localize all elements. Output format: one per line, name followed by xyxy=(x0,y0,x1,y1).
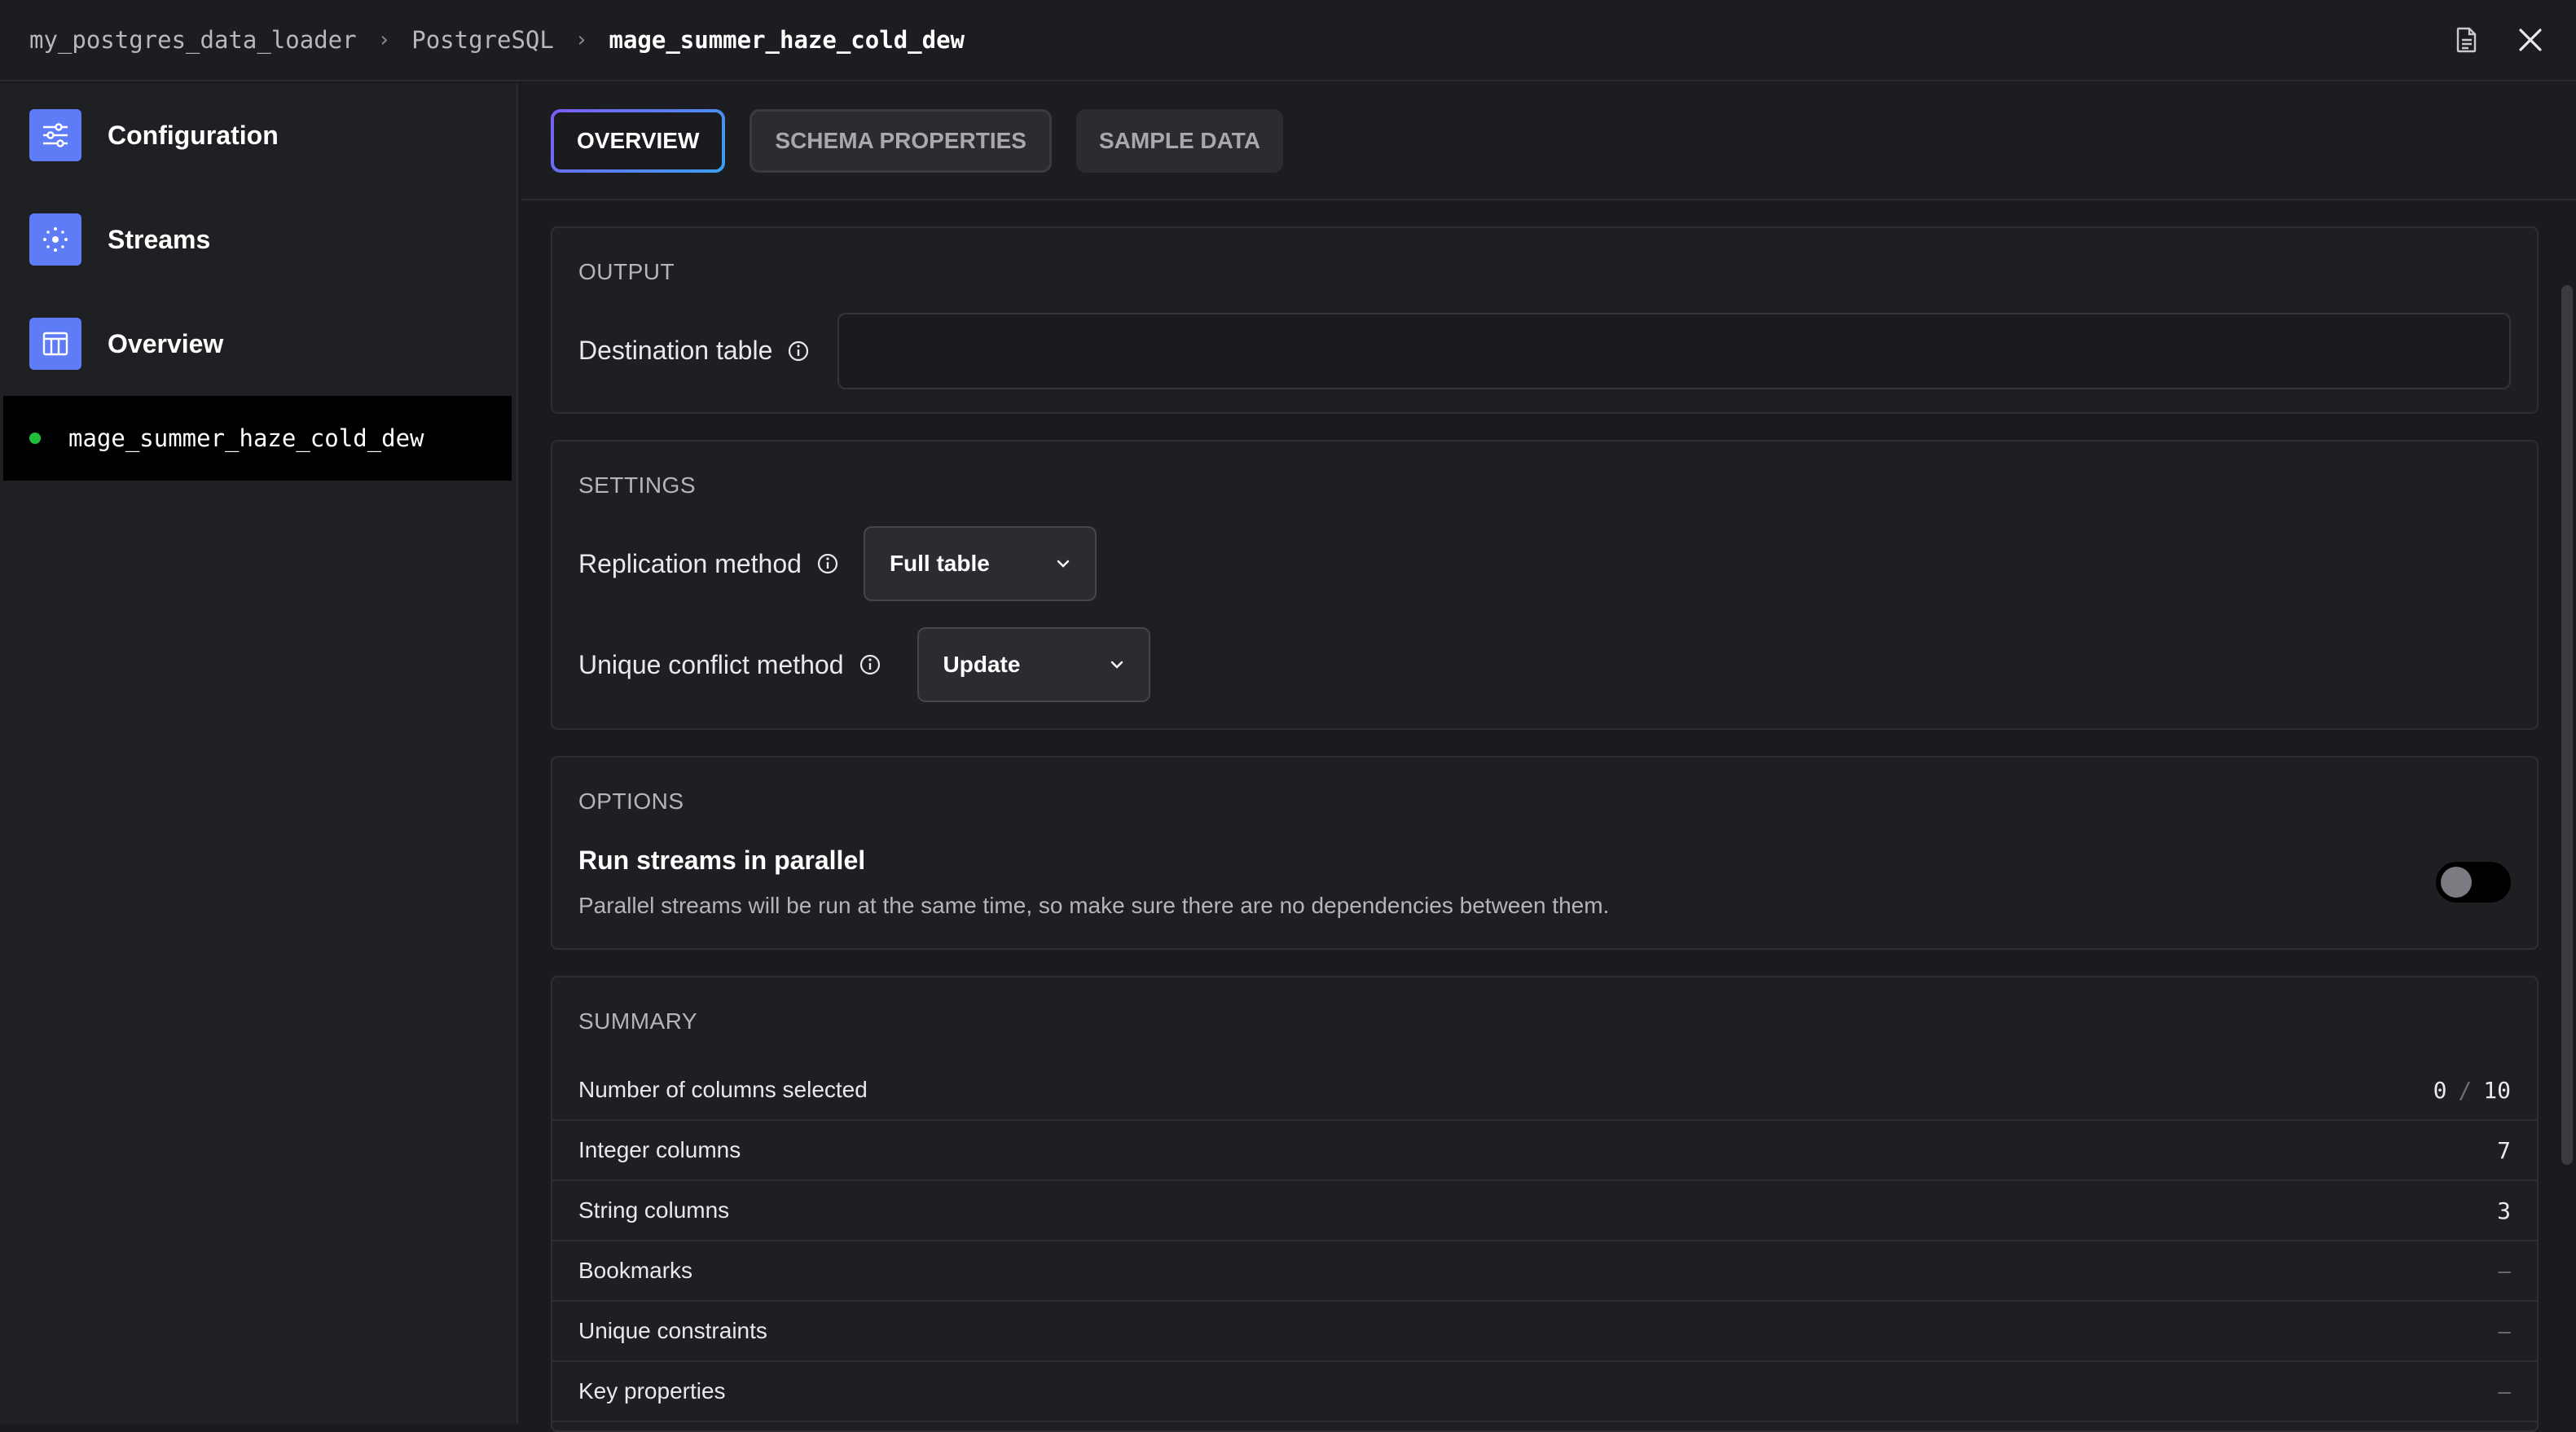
summary-label: String columns xyxy=(578,1197,730,1223)
info-icon[interactable] xyxy=(816,552,839,575)
summary-value: – xyxy=(2498,1258,2511,1283)
chevron-right-icon: › xyxy=(574,28,588,52)
summary-label: Bookmarks xyxy=(578,1258,693,1283)
unique-conflict-method-row: Unique conflict method Update xyxy=(578,627,1150,702)
close-icon[interactable] xyxy=(2514,24,2547,56)
destination-table-label: Destination table xyxy=(578,336,810,366)
tab-bar: OVERVIEW SCHEMA PROPERTIES SAMPLE DATA xyxy=(521,83,2576,200)
columns-selected-value: 0 / 10 xyxy=(2433,1077,2511,1104)
summary-row-key-properties: Key properties – xyxy=(552,1362,2537,1422)
sidebar-item-label: Overview xyxy=(108,328,224,358)
overview-content: OUTPUT Destination table SETTINGS Replic… xyxy=(551,226,2539,1432)
sidebar-item-label: Streams xyxy=(108,224,211,254)
unique-conflict-method-label: Unique conflict method xyxy=(578,650,881,680)
ratio-separator: / xyxy=(2458,1076,2473,1104)
selected-count: 0 xyxy=(2433,1076,2447,1104)
summary-row-unique-constraints: Unique constraints – xyxy=(552,1302,2537,1362)
chevron-right-icon: › xyxy=(377,28,391,52)
tab-sample-data[interactable]: SAMPLE DATA xyxy=(1075,109,1284,173)
settings-section: SETTINGS Replication method Full table U… xyxy=(551,440,2539,730)
summary-row-bookmarks: Bookmarks – xyxy=(552,1241,2537,1302)
vertical-scrollbar[interactable] xyxy=(2561,285,2573,1165)
info-icon[interactable] xyxy=(787,340,810,362)
destination-table-input[interactable] xyxy=(837,313,2511,389)
summary-value: – xyxy=(2498,1378,2511,1403)
summary-table: Number of columns selected 0 / 10 Integer … xyxy=(552,1061,2537,1422)
select-value: Full table xyxy=(889,551,990,576)
main-panel: OVERVIEW SCHEMA PROPERTIES SAMPLE DATA O… xyxy=(521,83,2576,1432)
section-title: OUTPUT xyxy=(578,259,675,284)
summary-label: Integer columns xyxy=(578,1137,741,1162)
section-title: SETTINGS xyxy=(578,472,697,498)
tab-overview[interactable]: OVERVIEW xyxy=(551,109,725,173)
breadcrumb-item-loader[interactable]: my_postgres_data_loader xyxy=(29,26,357,54)
summary-value: 3 xyxy=(2497,1197,2511,1224)
chevron-down-icon xyxy=(1110,661,1123,669)
breadcrumb-item-source[interactable]: PostgreSQL xyxy=(411,26,554,54)
field-label-text: Replication method xyxy=(578,548,802,578)
tab-schema-properties[interactable]: SCHEMA PROPERTIES xyxy=(750,109,1052,173)
summary-label: Number of columns selected xyxy=(578,1077,868,1102)
replication-method-label: Replication method xyxy=(578,549,839,579)
output-section: OUTPUT Destination table xyxy=(551,226,2539,414)
status-dot xyxy=(29,433,41,444)
table-icon xyxy=(29,318,81,370)
sidebar-item-label: Configuration xyxy=(108,120,279,150)
chevron-down-icon xyxy=(1057,560,1070,568)
summary-label: Key properties xyxy=(578,1378,726,1403)
info-icon[interactable] xyxy=(859,653,881,676)
stream-list-item[interactable]: mage_summer_haze_cold_dew xyxy=(3,396,512,481)
replication-method-row: Replication method Full table xyxy=(578,526,1097,601)
parallel-streams-title: Run streams in parallel xyxy=(578,846,866,875)
options-section: OPTIONS Run streams in parallel Parallel… xyxy=(551,756,2539,950)
stream-name: mage_summer_haze_cold_dew xyxy=(68,424,424,452)
sidebar: Configuration Streams Overview mage_summ… xyxy=(0,83,518,1424)
summary-row-columns-selected: Number of columns selected 0 / 10 xyxy=(552,1061,2537,1121)
summary-value: – xyxy=(2498,1318,2511,1343)
section-title: OPTIONS xyxy=(578,788,684,814)
field-label-text: Destination table xyxy=(578,336,773,365)
summary-row-integer-columns: Integer columns 7 xyxy=(552,1121,2537,1181)
summary-value: 7 xyxy=(2497,1136,2511,1164)
sliders-icon xyxy=(29,109,81,161)
total-count: 10 xyxy=(2483,1076,2511,1104)
sidebar-item-overview[interactable]: Overview xyxy=(0,292,517,396)
breadcrumb: my_postgres_data_loader › PostgreSQL › m… xyxy=(29,26,965,54)
document-icon[interactable] xyxy=(2451,24,2483,56)
summary-row-string-columns: String columns 3 xyxy=(552,1181,2537,1241)
select-value: Update xyxy=(943,652,1021,677)
toggle-knob xyxy=(2441,867,2472,898)
sidebar-item-streams[interactable]: Streams xyxy=(0,187,517,292)
header-bar: my_postgres_data_loader › PostgreSQL › m… xyxy=(0,0,2576,81)
streams-icon xyxy=(29,213,81,266)
parallel-streams-toggle[interactable] xyxy=(2436,862,2511,903)
parallel-streams-description: Parallel streams will be run at the same… xyxy=(578,893,1610,918)
sidebar-item-configuration[interactable]: Configuration xyxy=(0,83,517,187)
unique-conflict-method-select[interactable]: Update xyxy=(917,627,1150,702)
summary-label: Unique constraints xyxy=(578,1318,767,1343)
field-label-text: Unique conflict method xyxy=(578,649,844,679)
breadcrumb-item-stream: mage_summer_haze_cold_dew xyxy=(609,26,965,54)
replication-method-select[interactable]: Full table xyxy=(863,526,1097,601)
section-title: SUMMARY xyxy=(578,1008,698,1034)
summary-section: SUMMARY Number of columns selected 0 / 10 … xyxy=(551,976,2539,1432)
